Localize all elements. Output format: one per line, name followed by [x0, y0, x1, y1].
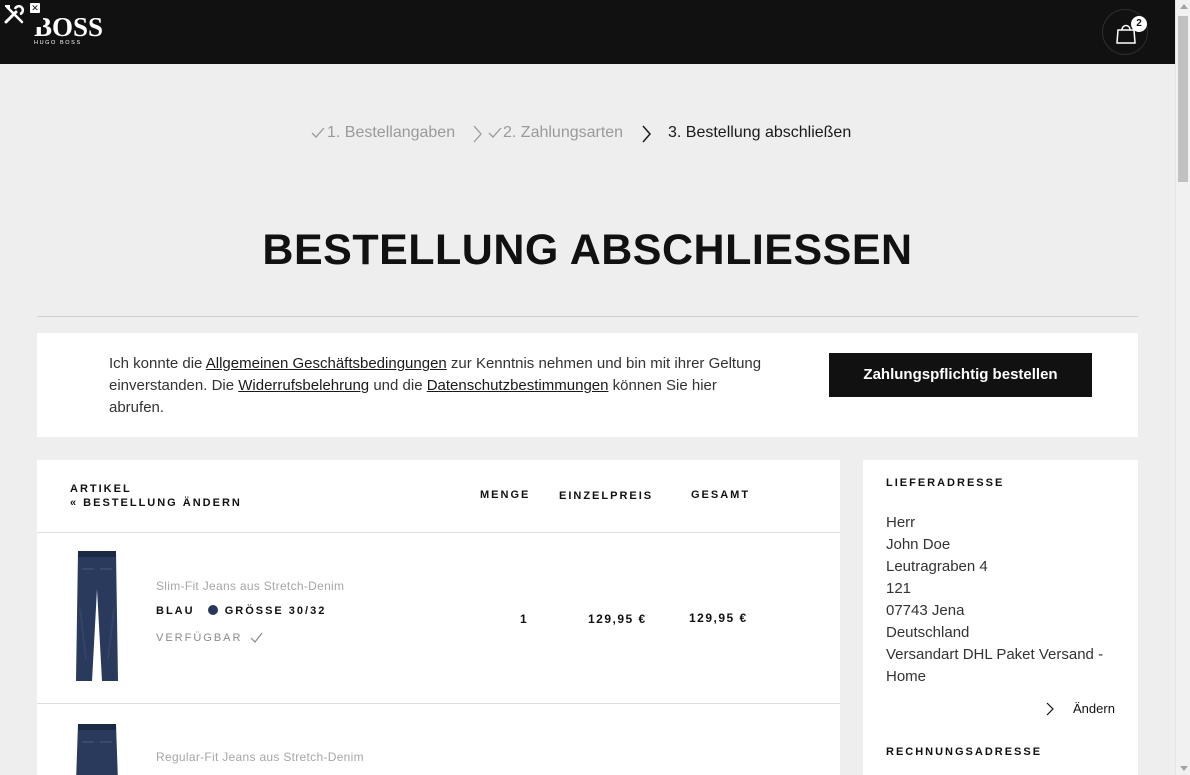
- scroll-up-arrow[interactable]: [1180, 4, 1188, 9]
- shipping-heading: LIEFERADRESSE: [886, 477, 1005, 489]
- col-qty-header: MENGE: [480, 489, 531, 501]
- product-image[interactable]: [74, 549, 120, 683]
- edit-order-link[interactable]: « BESTELLUNG ÄNDERN: [70, 497, 242, 509]
- product-size: GRÖSSE 30/32: [224, 605, 327, 617]
- availability-label: VERFÜGBAR: [156, 632, 243, 644]
- chevron-right-icon: [642, 125, 651, 143]
- chevron-right-icon: [473, 125, 482, 143]
- item-unit-price: 129,95 €: [588, 612, 647, 626]
- cart-button[interactable]: 2: [1102, 9, 1148, 55]
- page-scrollbar[interactable]: [1175, 0, 1190, 775]
- address-line: Deutschland: [886, 624, 970, 641]
- step-label: 2. Zahlungsarten: [503, 124, 624, 141]
- product-attributes: BLAU GRÖSSE 30/32: [156, 605, 326, 617]
- scroll-down-arrow[interactable]: [1180, 766, 1188, 771]
- logo-wordmark: BOSS: [34, 12, 104, 42]
- tools-icon: [4, 4, 25, 24]
- widerruf-link[interactable]: Widerrufsbelehrung: [238, 377, 369, 394]
- check-icon: [488, 127, 502, 138]
- col-unit-price-header: EINZELPREIS: [559, 490, 654, 502]
- site-header: BOSS HUGO BOSS ✕ 2: [0, 0, 1175, 64]
- row-divider: [37, 703, 840, 704]
- check-icon: [250, 632, 263, 643]
- edit-label: Ändern: [1073, 701, 1115, 716]
- cart-count-badge: 2: [1131, 16, 1147, 32]
- agb-link[interactable]: Allgemeinen Geschäftsbedingungen: [206, 355, 447, 372]
- address-line: 121: [886, 580, 912, 597]
- chevron-right-icon: [1046, 702, 1054, 716]
- address-line: John Doe: [886, 536, 951, 553]
- step-label: 3. Bestellung abschließen: [668, 124, 852, 141]
- terms-box: Ich konnte die Allgemeinen Geschäftsbedi…: [37, 333, 1138, 437]
- cart-table: ARTIKEL « BESTELLUNG ÄNDERN MENGE EINZEL…: [37, 460, 840, 775]
- address-line: Versandart DHL Paket Versand - Home: [886, 646, 1104, 685]
- dev-tools-widget[interactable]: ✕: [0, 0, 43, 27]
- address-line: Leutragraben 4: [886, 558, 988, 575]
- step-2[interactable]: 2. Zahlungsarten: [488, 124, 623, 142]
- address-line: 07743 Jena: [886, 602, 965, 619]
- terms-text-part: und die: [369, 377, 427, 394]
- boss-logo[interactable]: BOSS HUGO BOSS: [34, 14, 103, 47]
- step-label: 1. Bestellangaben: [327, 124, 456, 141]
- item-qty: 1: [520, 612, 529, 626]
- step-1[interactable]: 1. Bestellangaben: [311, 124, 455, 142]
- datenschutz-link[interactable]: Datenschutzbestimmungen: [427, 377, 609, 394]
- divider: [37, 316, 1138, 317]
- page-title: BESTELLUNG ABSCHLIESSEN: [262, 226, 913, 274]
- product-color: BLAU: [156, 605, 195, 617]
- terms-text-part: Ich konnte die: [109, 355, 206, 372]
- billing-heading: RECHNUNGSADRESSE: [886, 746, 1043, 758]
- item-total: 129,95 €: [689, 611, 748, 625]
- place-order-button[interactable]: Zahlungspflichtig bestellen: [829, 353, 1092, 397]
- terms-text: Ich konnte die Allgemeinen Geschäftsbedi…: [109, 353, 769, 419]
- product-image[interactable]: [74, 722, 120, 775]
- edit-address-link[interactable]: Ändern: [1046, 701, 1115, 716]
- check-icon: [311, 127, 325, 138]
- product-name[interactable]: Regular-Fit Jeans aus Stretch-Denim: [156, 750, 364, 764]
- col-article-header: ARTIKEL: [70, 483, 132, 495]
- col-total-header: GESAMT: [691, 489, 751, 501]
- product-name[interactable]: Slim-Fit Jeans aus Stretch-Denim: [156, 579, 344, 593]
- step-3: 3. Bestellung abschließen: [668, 124, 851, 142]
- header-divider: [37, 532, 840, 533]
- address-panel: LIEFERADRESSE Herr John Doe Leutragraben…: [863, 460, 1138, 775]
- address-line: Herr: [886, 514, 916, 531]
- color-swatch: [207, 605, 218, 615]
- scroll-thumb[interactable]: [1178, 16, 1188, 182]
- close-icon[interactable]: ✕: [30, 3, 40, 13]
- shipping-address: Herr John Doe Leutragraben 4 121 07743 J…: [886, 512, 1116, 688]
- availability-status: VERFÜGBAR: [156, 632, 263, 644]
- checkout-steps: 1. Bestellangaben 2. Zahlungsarten 3. Be…: [0, 124, 1175, 144]
